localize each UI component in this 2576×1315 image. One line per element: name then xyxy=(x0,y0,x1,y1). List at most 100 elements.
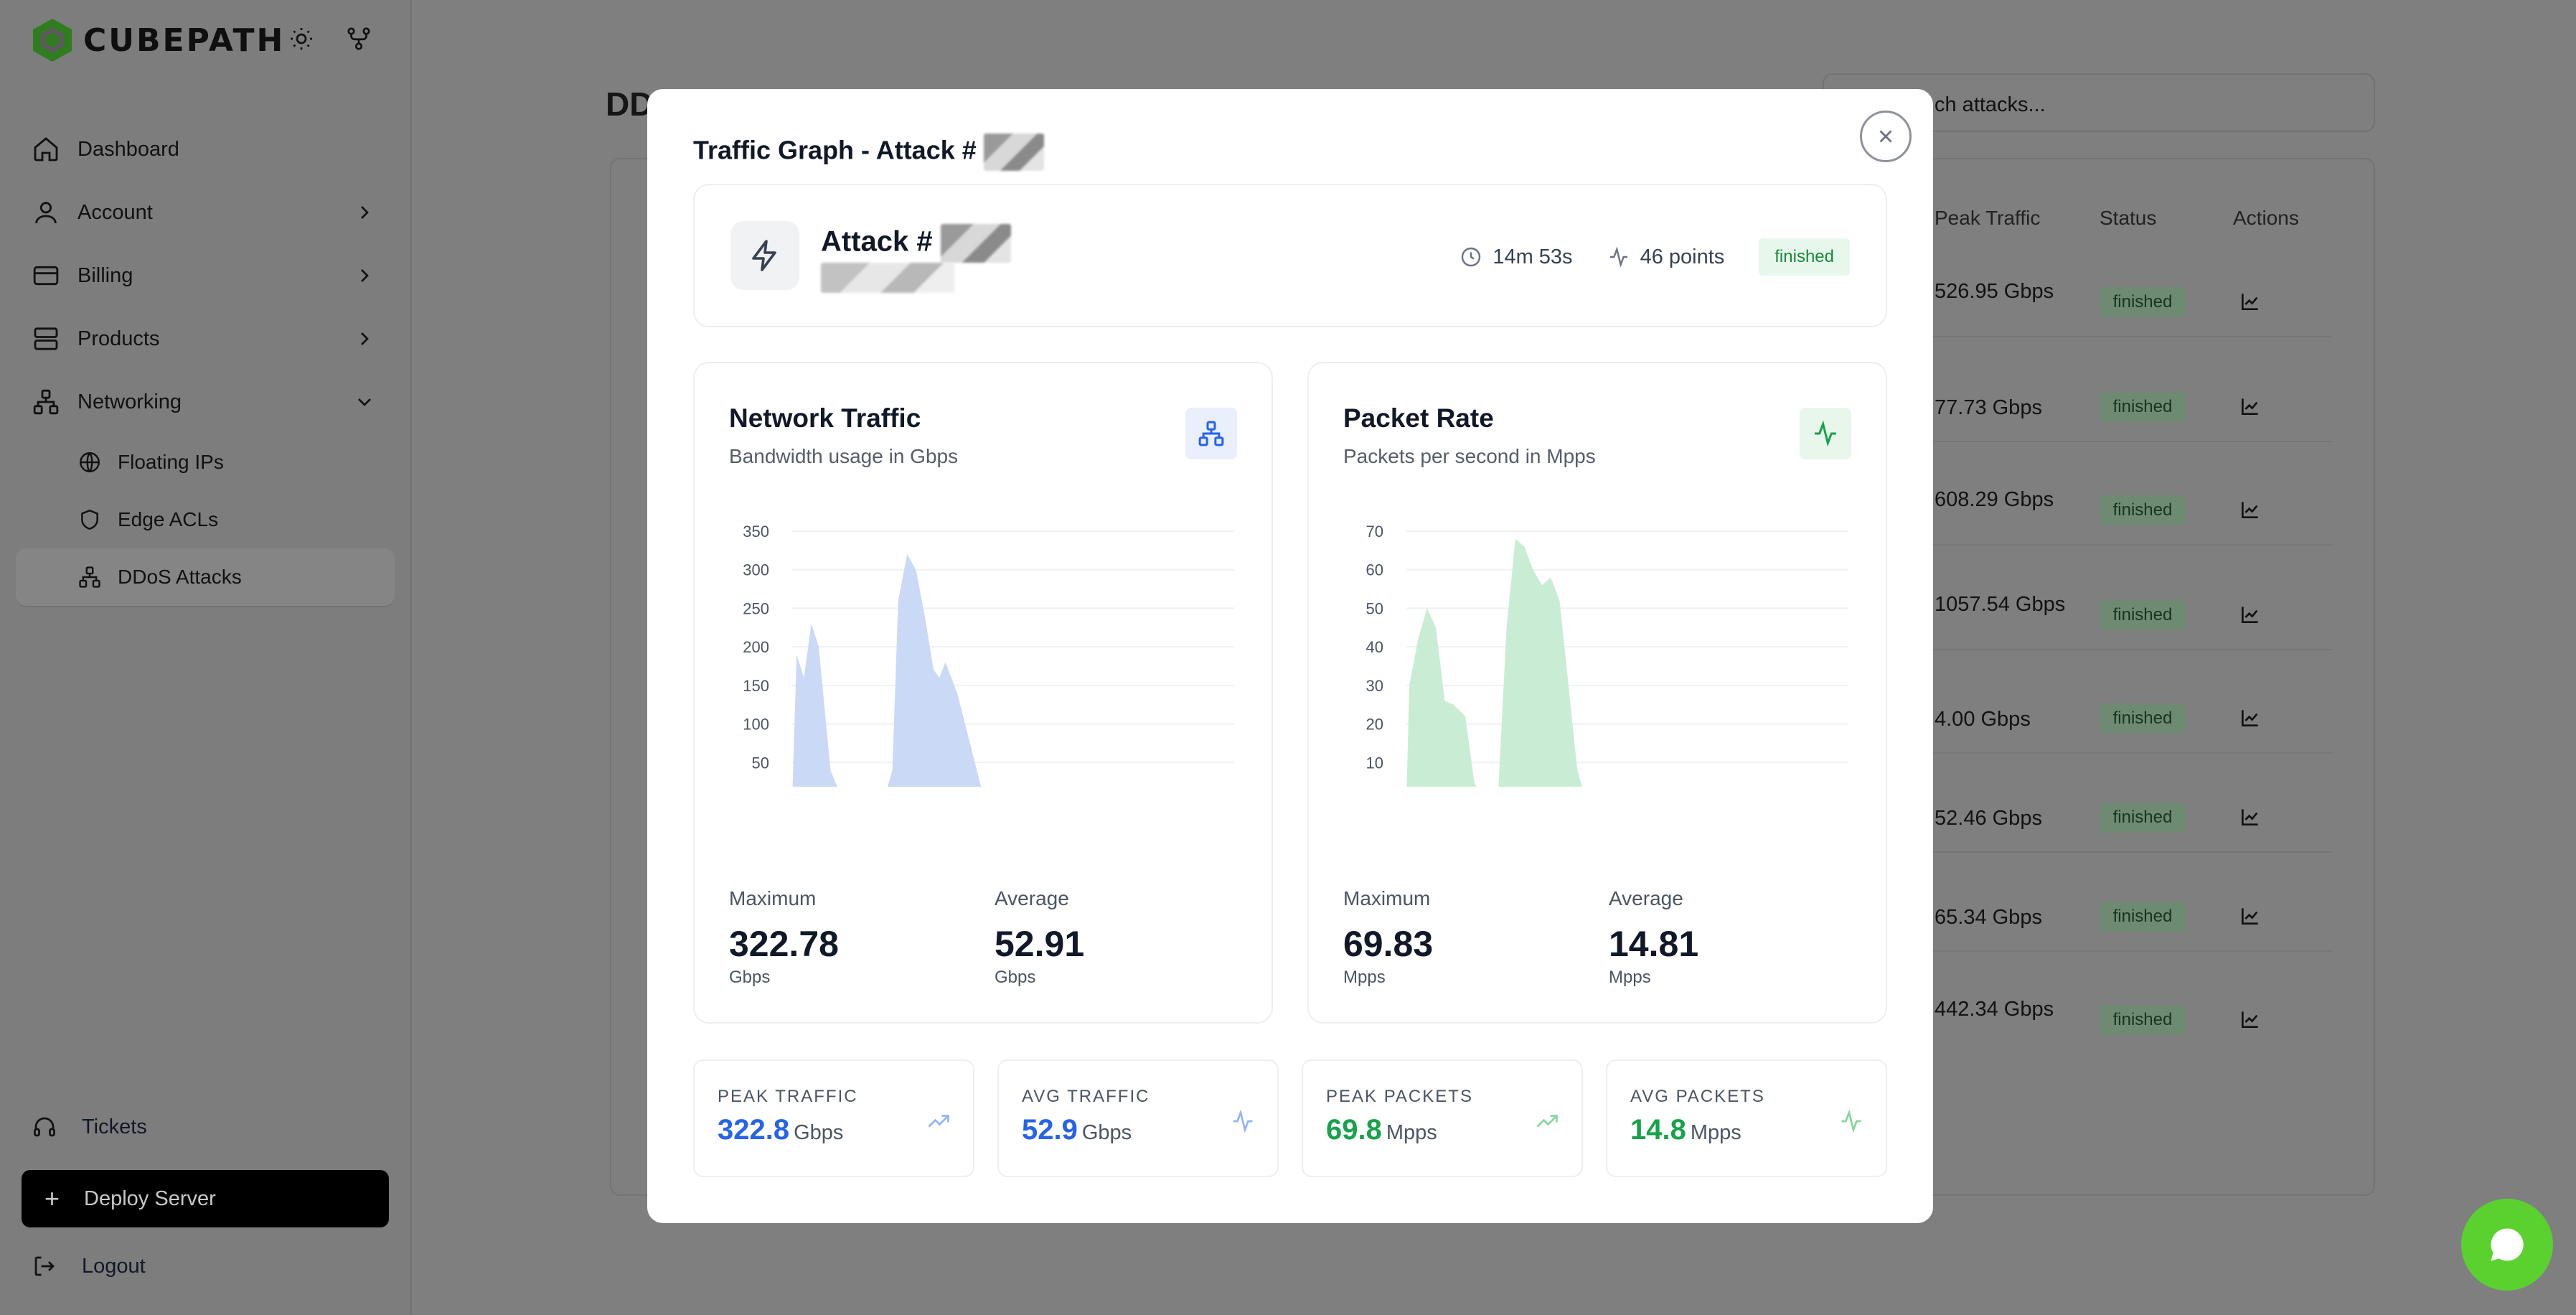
chart-icon[interactable] xyxy=(2239,498,2262,521)
redacted-attack-id xyxy=(983,134,1044,171)
stat-value: 14.81 xyxy=(1609,924,1699,964)
packets-max-stat: Maximum 69.83 Mpps xyxy=(1343,887,1433,988)
row-divider xyxy=(1930,441,2332,442)
chart-icon[interactable] xyxy=(2239,603,2262,626)
summary-label: AVG TRAFFIC xyxy=(1022,1087,1150,1106)
plus-icon: + xyxy=(44,1184,60,1213)
deploy-server-label: Deploy Server xyxy=(84,1187,216,1210)
clock-icon xyxy=(1462,247,1481,267)
redacted-target xyxy=(821,263,954,293)
sidebar-item-label: Account xyxy=(77,200,153,224)
summary-card-peak-traffic: PEAK TRAFFIC 322.8 Gbps xyxy=(693,1059,974,1177)
y-tick-label: 40 xyxy=(1366,638,1383,656)
sidebar-item-ddos-attacks[interactable]: DDoS Attacks xyxy=(16,548,395,606)
status-badge: finished xyxy=(2100,1005,2186,1035)
row-divider xyxy=(1930,336,2332,337)
chart-icon[interactable] xyxy=(2239,1008,2262,1031)
bolt-icon-box xyxy=(730,221,799,290)
column-header-actions: Actions xyxy=(2233,207,2299,229)
attack-name: Attack # xyxy=(821,224,1011,263)
row-divider xyxy=(1930,950,2332,952)
sidebar-item-dashboard[interactable]: Dashboard xyxy=(16,118,395,181)
packet-rate-chart: 01020304050607005:1305:1605:1805:2105:24… xyxy=(1366,523,1848,787)
chart-icon[interactable] xyxy=(2239,395,2262,418)
summary-label: AVG PACKETS xyxy=(1630,1087,1765,1106)
network-traffic-title: Network Traffic xyxy=(729,403,921,433)
logout-button[interactable]: Logout xyxy=(32,1253,146,1279)
sidebar-item-tickets[interactable]: Tickets xyxy=(32,1114,147,1140)
column-header-status: Status xyxy=(2100,207,2157,229)
sidebar-subitem-label: Edge ACLs xyxy=(118,508,219,530)
home-icon xyxy=(34,137,58,162)
chart-icon[interactable] xyxy=(2239,805,2262,828)
traffic-graph-modal: Traffic Graph - Attack # Attack # 14m 53… xyxy=(647,89,1933,1223)
page-title: DD xyxy=(606,85,654,123)
chevron-down-icon xyxy=(358,398,371,406)
redacted-attack-target xyxy=(821,263,954,293)
summary-unit: Mpps xyxy=(1690,1121,1741,1144)
sidebar-item-products[interactable]: Products xyxy=(16,307,395,370)
status-badge: finished xyxy=(2100,902,2186,932)
modal-title-text: Traffic Graph - Attack # xyxy=(693,135,977,165)
y-tick-label: 150 xyxy=(743,677,769,695)
status-badge: finished xyxy=(2100,703,2186,734)
peak-traffic-cell: 65.34 Gbps xyxy=(1935,906,2042,929)
packet-rate-card: Packet Rate Packets per second in Mpps 0… xyxy=(1307,362,1887,1024)
y-tick-label: 50 xyxy=(752,754,769,772)
chat-bubble-icon xyxy=(2491,1228,2524,1261)
summary-card-avg-traffic: AVG TRAFFIC 52.9 Gbps xyxy=(997,1059,1279,1177)
chat-button[interactable] xyxy=(2461,1199,2553,1291)
summary-unit: Mpps xyxy=(1386,1121,1437,1144)
summary-number: 52.9 xyxy=(1022,1114,1078,1146)
area-series xyxy=(792,554,982,787)
summary-unit: Gbps xyxy=(1081,1121,1132,1144)
network-max-stat: Maximum 322.78 Gbps xyxy=(729,887,839,988)
network-icon-box xyxy=(1185,408,1237,459)
stat-label: Average xyxy=(995,887,1069,909)
peak-traffic-cell: 52.46 Gbps xyxy=(1935,807,2042,830)
chevron-right-icon xyxy=(361,206,369,219)
y-tick-label: 50 xyxy=(1366,599,1383,617)
peak-traffic-cell: 4.00 Gbps xyxy=(1935,708,2031,731)
brand[interactable]: CUBEPATH xyxy=(32,17,285,63)
redacted-attack-id xyxy=(940,224,1011,263)
points-count: 46 points xyxy=(1607,245,1724,269)
peak-traffic-cell: 442.34 Gbps xyxy=(1935,998,2054,1021)
row-divider xyxy=(1930,649,2332,650)
stat-label: Average xyxy=(1609,887,1683,909)
network-traffic-chart: 05010015020025030035005:1305:1605:1805:2… xyxy=(743,523,1234,787)
sidebar-item-networking[interactable]: Networking xyxy=(16,370,395,434)
area-series xyxy=(1406,538,1582,787)
summary-value: 69.8 Mpps xyxy=(1326,1114,1437,1146)
modal-title: Traffic Graph - Attack # xyxy=(693,134,1044,171)
trending-up-icon xyxy=(1536,1115,1558,1128)
y-tick-label: 20 xyxy=(1366,716,1383,734)
peak-traffic-cell: 526.95 Gbps xyxy=(1935,280,2054,303)
chart-icon[interactable] xyxy=(2239,290,2262,313)
network-icon[interactable] xyxy=(346,26,372,52)
sidebar-item-account[interactable]: Account xyxy=(16,181,395,244)
y-tick-label: 30 xyxy=(1366,677,1383,695)
summary-value: 52.9 Gbps xyxy=(1022,1114,1132,1146)
shield-icon xyxy=(81,509,98,530)
sun-icon[interactable] xyxy=(288,26,314,52)
sidebar-item-edge-acls[interactable]: Edge ACLs xyxy=(16,491,395,548)
brand-name: CUBEPATH xyxy=(83,22,286,59)
summary-label: PEAK TRAFFIC xyxy=(718,1087,858,1106)
sidebar-item-floating-ips[interactable]: Floating IPs xyxy=(16,434,395,491)
sidebar-item-label: Dashboard xyxy=(77,137,179,161)
y-tick-label: 250 xyxy=(743,599,769,617)
status-badge: finished xyxy=(2100,600,2186,630)
chart-icon[interactable] xyxy=(2239,904,2262,927)
network-traffic-subtitle: Bandwidth usage in Gbps xyxy=(729,445,959,467)
sidebar-item-billing[interactable]: Billing xyxy=(16,244,395,307)
duration-value: 14m 53s xyxy=(1493,245,1573,268)
chevron-right-icon xyxy=(361,332,369,345)
deploy-server-button[interactable]: + Deploy Server xyxy=(22,1170,389,1227)
server-icon xyxy=(34,327,58,350)
stat-unit: Gbps xyxy=(995,968,1036,987)
chart-icon[interactable] xyxy=(2239,706,2262,729)
close-button[interactable] xyxy=(1860,111,1912,162)
summary-number: 322.8 xyxy=(718,1114,790,1146)
packet-rate-title: Packet Rate xyxy=(1343,403,1494,433)
